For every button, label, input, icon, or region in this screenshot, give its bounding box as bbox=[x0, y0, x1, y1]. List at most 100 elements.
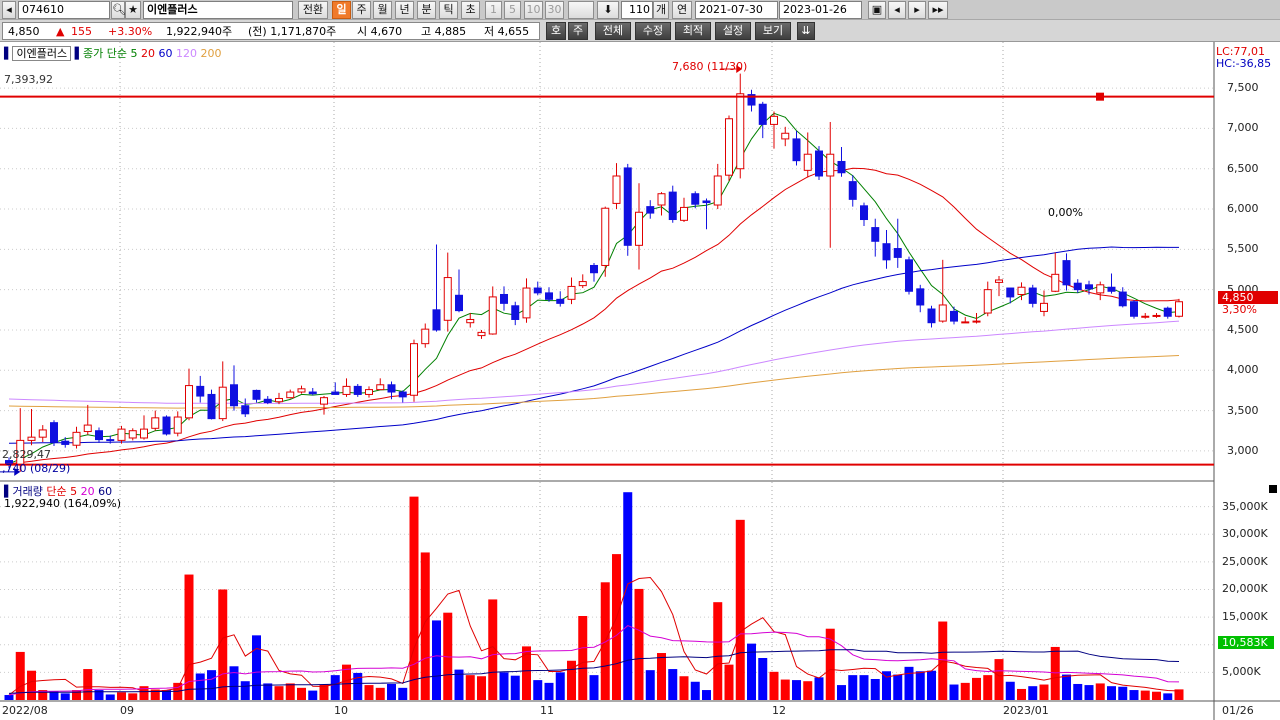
stock-name-field: 이엔플러스 bbox=[143, 1, 293, 19]
volume-bar bbox=[330, 675, 340, 700]
ju-button[interactable]: 주 bbox=[568, 22, 588, 40]
all-button[interactable]: 전체 bbox=[595, 22, 631, 40]
stock-code-input[interactable]: 074610 bbox=[18, 1, 110, 19]
candle-body bbox=[927, 308, 936, 324]
menu-left-icon[interactable]: ◂ bbox=[2, 1, 16, 19]
volume-bar bbox=[848, 675, 858, 700]
volume-bar bbox=[1107, 686, 1116, 700]
candle bbox=[83, 404, 92, 435]
quote-bar: 4,850 ▲ 155 +3.30% 1,922,940주 (전) 1,171,… bbox=[0, 20, 1280, 42]
period-week-button[interactable]: 주 bbox=[352, 1, 371, 19]
candle-body bbox=[151, 417, 160, 429]
candle-body bbox=[702, 200, 711, 204]
candle-body bbox=[657, 193, 666, 206]
x-axis-label: 12 bbox=[772, 704, 786, 717]
favorite-star-icon[interactable]: ★ bbox=[125, 1, 141, 19]
year-button[interactable]: 연 bbox=[672, 1, 692, 19]
legend-ma20[interactable]: 20 bbox=[141, 47, 155, 60]
candle-body bbox=[1040, 302, 1048, 312]
candle bbox=[646, 200, 655, 219]
candle bbox=[1175, 298, 1183, 318]
legend-ma120[interactable]: 120 bbox=[176, 47, 197, 60]
period-tick-button[interactable]: 틱 bbox=[439, 1, 458, 19]
custom-interval-input[interactable] bbox=[568, 1, 594, 19]
volume-bar bbox=[915, 671, 925, 700]
volume-bar bbox=[308, 690, 318, 700]
candle bbox=[657, 192, 666, 216]
interval-1-button[interactable]: 1 bbox=[485, 1, 502, 19]
candle bbox=[837, 146, 846, 177]
volume-bar bbox=[27, 670, 36, 700]
candle bbox=[38, 425, 47, 443]
ho-button[interactable]: 호 bbox=[546, 22, 566, 40]
quote-open: 시 4,670 bbox=[357, 25, 403, 38]
legend-stock-name[interactable]: 이엔플러스 bbox=[12, 46, 72, 61]
convert-button[interactable]: 전환 bbox=[298, 1, 328, 19]
search-icon[interactable]: 🔍︎ bbox=[111, 1, 126, 19]
legend-ma60[interactable]: 60 bbox=[159, 47, 173, 60]
candle bbox=[938, 259, 947, 323]
candle bbox=[1130, 300, 1138, 319]
legend-ma-title[interactable]: 종가 단순 bbox=[83, 47, 127, 60]
volume-bar bbox=[117, 692, 126, 700]
candle bbox=[567, 277, 576, 305]
volume-bar bbox=[1005, 681, 1015, 700]
volume-bar bbox=[1152, 691, 1161, 700]
volume-bar bbox=[1095, 683, 1105, 700]
view-button[interactable]: 보기 bbox=[755, 22, 791, 40]
volume-bar bbox=[398, 687, 408, 700]
period-minute-button[interactable]: 분 bbox=[417, 1, 436, 19]
interval-30-button[interactable]: 30 bbox=[545, 1, 564, 19]
candle-body bbox=[275, 397, 283, 403]
x-axis-right-label: 01/26 bbox=[1222, 704, 1254, 717]
volume-bar bbox=[555, 672, 565, 700]
prev-arrow-icon[interactable]: ◂ bbox=[888, 1, 906, 19]
volume-bar bbox=[949, 684, 959, 700]
price-tick-label: 3,000 bbox=[1227, 443, 1259, 457]
period-second-button[interactable]: 초 bbox=[461, 1, 480, 19]
legend-ma200[interactable]: 200 bbox=[201, 47, 222, 60]
candle-body bbox=[308, 391, 317, 395]
volume-bar bbox=[927, 670, 936, 700]
candle-body bbox=[1130, 301, 1138, 317]
interval-10-button[interactable]: 10 bbox=[524, 1, 543, 19]
candle bbox=[297, 385, 306, 394]
volume-bar bbox=[229, 666, 239, 700]
panel-collapse-icon[interactable] bbox=[1269, 485, 1277, 493]
stock-chart[interactable] bbox=[0, 42, 1280, 720]
save-icon[interactable]: ▣ bbox=[868, 1, 886, 19]
tool-icon[interactable]: ⇊ bbox=[797, 22, 815, 40]
candle-body bbox=[128, 430, 137, 439]
start-date-input[interactable]: 2021-07-30 bbox=[695, 1, 778, 19]
candle bbox=[241, 398, 250, 418]
ma5-line bbox=[8, 112, 1180, 465]
period-day-button[interactable]: 일 bbox=[332, 1, 351, 19]
candle bbox=[792, 130, 801, 166]
candle-body bbox=[230, 384, 238, 407]
volume-bar bbox=[274, 686, 284, 700]
candle-body bbox=[1118, 291, 1127, 307]
candle bbox=[702, 198, 711, 230]
down-arrow-icon[interactable]: ⬇ bbox=[597, 1, 619, 19]
optimize-button[interactable]: 최적 bbox=[675, 22, 711, 40]
volume-tick-label: 15,000K bbox=[1222, 610, 1268, 624]
period-year-button[interactable]: 년 bbox=[395, 1, 414, 19]
volume-bar bbox=[994, 659, 1004, 700]
candle-body bbox=[567, 285, 576, 300]
end-arrow-icon[interactable]: ▸▸ bbox=[928, 1, 948, 19]
candle bbox=[848, 175, 857, 207]
modify-button[interactable]: 수정 bbox=[635, 22, 671, 40]
candle-body bbox=[331, 391, 340, 395]
interval-5-button[interactable]: 5 bbox=[504, 1, 521, 19]
candle-body bbox=[1175, 301, 1183, 317]
legend-ma5[interactable]: 5 bbox=[131, 47, 138, 60]
ma200-line bbox=[8, 355, 1180, 409]
count-input[interactable]: 110 bbox=[621, 1, 653, 19]
quote-price: 4,850 bbox=[8, 25, 40, 38]
end-date-input[interactable]: 2023-01-26 bbox=[779, 1, 862, 19]
next-arrow-icon[interactable]: ▸ bbox=[908, 1, 926, 19]
candle-body bbox=[140, 428, 148, 439]
settings-button[interactable]: 설정 bbox=[715, 22, 751, 40]
volume-bar bbox=[904, 666, 914, 700]
period-month-button[interactable]: 월 bbox=[373, 1, 392, 19]
